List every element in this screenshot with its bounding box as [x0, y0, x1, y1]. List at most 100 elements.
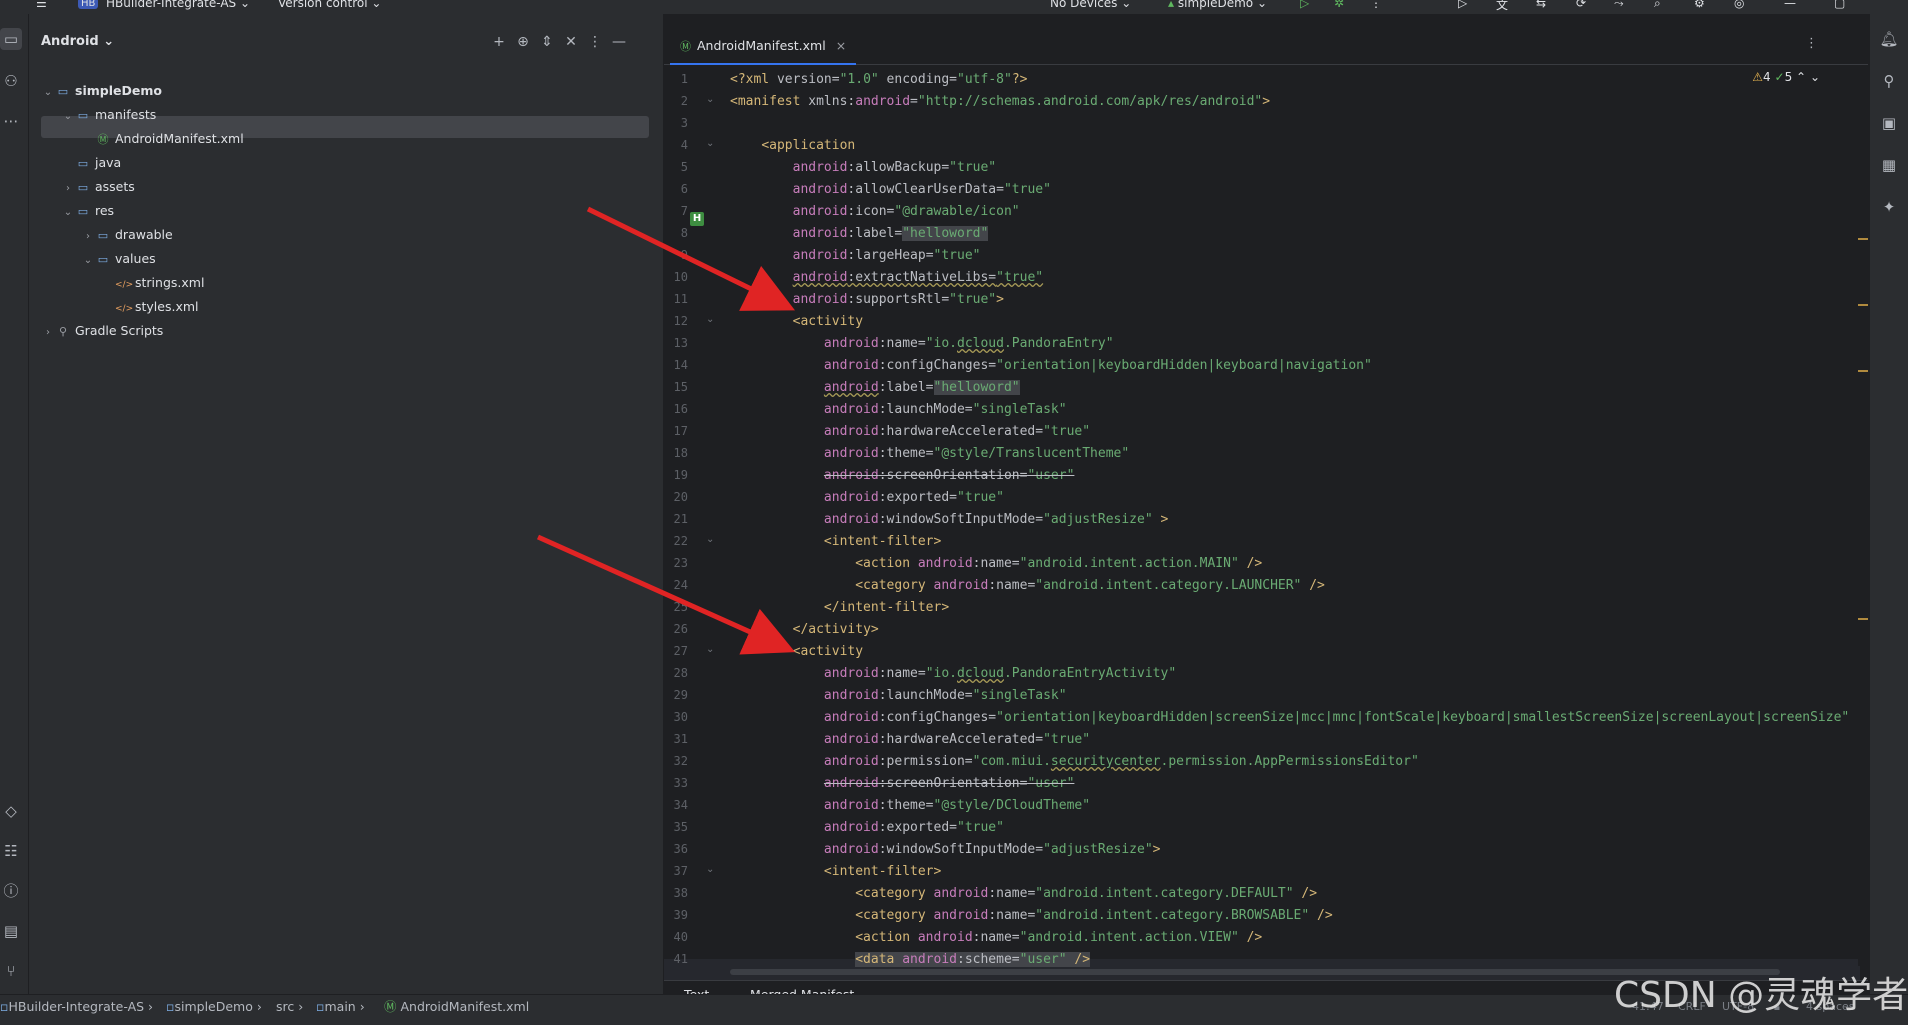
code-line[interactable]: android:windowSoftInputMode="adjustResiz… [730, 512, 1168, 527]
breadcrumb-main[interactable]: ▫main › [316, 995, 365, 1019]
code-line[interactable]: <category android:name="android.intent.c… [730, 886, 1317, 901]
code-line[interactable]: <action android:name="android.intent.act… [730, 556, 1262, 571]
code-line[interactable]: android:windowSoftInputMode="adjustResiz… [730, 842, 1161, 857]
code-line[interactable]: android:permission="com.miui.securitycen… [730, 754, 1419, 769]
structure-icon[interactable]: ⚇ [0, 70, 22, 92]
device-file-explorer-icon[interactable]: ▣ [1878, 112, 1900, 134]
code-line[interactable]: android:theme="@style/DCloudTheme" [730, 798, 1090, 813]
code-line[interactable]: android:supportsRtl="true"> [730, 292, 1004, 307]
code-line[interactable]: <intent-filter> [730, 534, 941, 549]
notifications-icon[interactable]: 🔔︎ [1878, 28, 1900, 50]
breadcrumb-src[interactable]: src › [276, 995, 303, 1019]
close-tab-icon[interactable]: × [836, 38, 846, 53]
main-menu-icon[interactable]: ☰ [36, 0, 47, 10]
tree-item-res[interactable]: ⌄ ▭ res [61, 200, 114, 222]
code-line[interactable]: android:largeHeap="true" [730, 248, 981, 263]
code-line[interactable]: android:extractNativeLibs="true" [730, 270, 1043, 285]
code-line[interactable]: android:label="helloword" [730, 226, 989, 241]
tree-item-gradle-scripts[interactable]: › ⚲ Gradle Scripts [41, 320, 163, 342]
code-line[interactable]: android:theme="@style/TranslucentTheme" [730, 446, 1129, 461]
code-line[interactable]: android:name="io.dcloud.PandoraEntry" [730, 336, 1114, 351]
hide-panel-icon[interactable]: — [609, 32, 629, 52]
running-devices-icon[interactable]: ▦ [1878, 154, 1900, 176]
more-actions-icon[interactable]: ⋮ [1370, 0, 1382, 10]
problems-icon[interactable]: ⓘ [0, 880, 22, 902]
locate-file-icon[interactable]: ⊕ [513, 32, 533, 52]
fold-chevron-icon[interactable]: ⌄ [706, 864, 714, 875]
code-line[interactable]: <action android:name="android.intent.act… [730, 930, 1262, 945]
chevron-right-icon[interactable]: › [41, 322, 55, 344]
breadcrumb-file[interactable]: Ⓜ AndroidManifest.xml [384, 995, 529, 1019]
tree-item-values[interactable]: ⌄ ▭ values [81, 248, 156, 270]
fold-chevron-icon[interactable]: ⌄ [706, 644, 714, 655]
chevron-down-icon[interactable]: ⌄ [61, 202, 75, 224]
code-line[interactable]: android:name="io.dcloud.PandoraEntryActi… [730, 666, 1176, 681]
tree-item-manifests[interactable]: ⌄ ▭ manifests [61, 104, 156, 126]
code-line[interactable]: android:launchMode="singleTask" [730, 688, 1067, 703]
translate-icon[interactable]: 文 [1496, 0, 1508, 13]
settings-icon[interactable]: ⚙ [1694, 0, 1705, 10]
account-icon[interactable]: ◎ [1734, 0, 1744, 10]
gemini-icon[interactable]: ✦ [1878, 196, 1900, 218]
code-line[interactable]: android:configChanges="orientation|keybo… [730, 358, 1372, 373]
more-tools-icon[interactable]: ⋯ [0, 110, 22, 132]
gem-icon[interactable]: ◇ [0, 800, 22, 822]
code-line[interactable]: </activity> [730, 622, 879, 637]
tab-options-icon[interactable]: ⋮ [1805, 36, 1818, 51]
project-view-selector[interactable]: Android ⌄ [41, 34, 114, 49]
profiler-icon[interactable]: ▷ [1458, 0, 1467, 10]
code-line[interactable]: android:label="helloword" [730, 380, 1020, 395]
code-line[interactable]: <activity [730, 644, 863, 659]
expand-all-icon[interactable]: ⇕ [537, 32, 557, 52]
code-line[interactable]: android:launchMode="singleTask" [730, 402, 1067, 417]
logcat-icon[interactable]: ☷ [0, 840, 22, 862]
device-selector[interactable]: No Devices ⌄ [1050, 0, 1131, 10]
fold-chevron-icon[interactable]: ⌄ [706, 534, 714, 545]
code-line[interactable]: <application [730, 138, 855, 153]
tree-item-simpledemo[interactable]: ⌄ ▭ simpleDemo [41, 80, 162, 102]
tree-item-assets[interactable]: › ▭ assets [61, 176, 135, 198]
code-line[interactable]: <manifest xmlns:android="http://schemas.… [730, 94, 1270, 109]
breadcrumb-project[interactable]: ▫HBuilder-Integrate-AS › [0, 995, 153, 1019]
app-icon-gutter-icon[interactable]: H [690, 212, 704, 226]
collapse-all-icon[interactable]: ✕ [561, 32, 581, 52]
project-folder-icon[interactable]: ▭ [0, 28, 22, 50]
debug-icon[interactable]: ✲ [1334, 0, 1344, 10]
code-line[interactable]: <data android:scheme="user" /> [730, 952, 1091, 967]
code-line[interactable]: android:hardwareAccelerated="true" [730, 424, 1090, 439]
code-line[interactable]: android:configChanges="orientation|keybo… [730, 710, 1849, 725]
layout-inspector-icon[interactable]: ⤳ [1614, 0, 1624, 11]
terminal-icon[interactable]: ▤ [0, 920, 22, 942]
chevron-down-icon[interactable]: ⌄ [81, 250, 95, 272]
vcs-menu[interactable]: Version control ⌄ [278, 0, 381, 10]
tree-item-androidmanifest-xml[interactable]: Ⓜ AndroidManifest.xml [81, 128, 244, 150]
search-icon[interactable]: ⌕ [1654, 0, 1661, 11]
tab-androidmanifest[interactable]: Ⓜ AndroidManifest.xml × [670, 28, 857, 65]
code-line[interactable]: android:allowBackup="true" [730, 160, 997, 175]
add-icon[interactable]: + [489, 32, 509, 52]
tree-item-styles-xml[interactable]: </> styles.xml [101, 296, 199, 318]
options-icon[interactable]: ⋮ [585, 32, 605, 52]
maximize-icon[interactable]: ▢ [1834, 0, 1845, 10]
chevron-right-icon[interactable]: › [81, 226, 95, 248]
code-line[interactable]: <category android:name="android.intent.c… [730, 578, 1325, 593]
previous-highlight-icon[interactable]: ⌃ [1796, 70, 1806, 84]
fold-chevron-icon[interactable]: ⌄ [706, 94, 714, 105]
code-line[interactable]: <category android:name="android.intent.c… [730, 908, 1332, 923]
next-highlight-icon[interactable]: ⌄ [1810, 70, 1820, 84]
project-selector[interactable]: HBuilder-Integrate-AS ⌄ [106, 0, 250, 10]
run-config-selector[interactable]: ▴ simpleDemo ⌄ [1168, 0, 1267, 10]
chevron-right-icon[interactable]: › [61, 178, 75, 200]
code-line[interactable]: <intent-filter> [730, 864, 941, 879]
inspection-widget[interactable]: ⚠4 ✓5 ⌃ ⌄ [1752, 70, 1820, 84]
code-line[interactable]: android:screenOrientation="user" [730, 776, 1074, 791]
minimize-icon[interactable]: — [1784, 0, 1796, 10]
code-line[interactable]: android:screenOrientation="user" [730, 468, 1074, 483]
code-line[interactable]: android:hardwareAccelerated="true" [730, 732, 1090, 747]
run-icon[interactable]: ▷ [1300, 0, 1309, 10]
sync-icon[interactable]: ⇆ [1536, 0, 1546, 10]
device-manager-icon[interactable]: ⟳ [1576, 0, 1586, 10]
tree-item-strings-xml[interactable]: </> strings.xml [101, 272, 204, 294]
gradle-icon[interactable]: ⚲ [1878, 70, 1900, 92]
code-line[interactable]: <activity [730, 314, 863, 329]
